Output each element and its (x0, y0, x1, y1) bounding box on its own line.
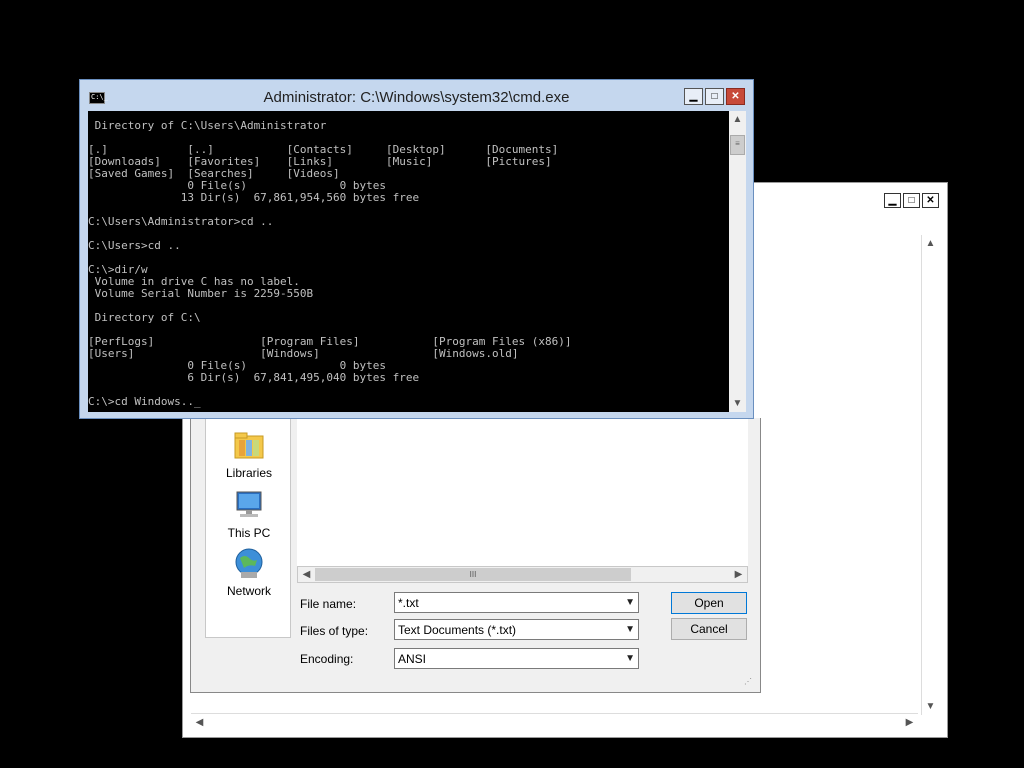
place-network[interactable]: Network (206, 546, 292, 598)
place-label: This PC (227, 526, 271, 540)
scroll-up-icon[interactable]: ▲ (922, 235, 939, 252)
maximize-button[interactable]: □ (705, 88, 724, 105)
open-button[interactable]: Open (671, 592, 747, 614)
cmd-window-title: Administrator: C:\Windows\system32\cmd.e… (263, 89, 570, 106)
scrollbar-thumb[interactable]: ≡ (730, 135, 745, 155)
scrollbar-thumb[interactable]: III (315, 568, 631, 581)
place-libraries[interactable]: Libraries (206, 428, 292, 480)
cancel-button[interactable]: Cancel (671, 618, 747, 640)
maximize-icon: □ (908, 194, 915, 206)
maximize-icon: □ (711, 91, 718, 102)
close-button[interactable]: ✕ (922, 193, 939, 208)
encoding-value: ANSI (398, 652, 427, 666)
place-this-pc[interactable]: This PC (206, 488, 292, 540)
minimize-button[interactable]: ▁ (884, 193, 901, 208)
encoding-select[interactable]: ANSI ▼ (394, 648, 639, 669)
minimize-icon: ▁ (689, 91, 698, 102)
cmd-console[interactable]: Directory of C:\Users\Administrator [.] … (88, 111, 746, 412)
file-type-label: Files of type: (300, 624, 369, 638)
chevron-down-icon[interactable]: ▼ (625, 653, 635, 664)
file-list[interactable] (297, 418, 748, 566)
close-icon: ✕ (926, 194, 935, 206)
notepad-horizontal-scrollbar[interactable]: ◀ ▶ (191, 713, 918, 731)
minimize-button[interactable]: ▁ (684, 88, 703, 105)
place-label: Network (226, 584, 271, 598)
cmd-titlebar[interactable]: C:\_ Administrator: C:\Windows\system32\… (80, 80, 753, 111)
chevron-down-icon[interactable]: ▼ (625, 597, 635, 608)
encoding-label: Encoding: (300, 652, 354, 666)
file-name-combobox[interactable]: *.txt ▼ (394, 592, 639, 613)
file-type-value: Text Documents (*.txt) (398, 623, 517, 637)
file-name-label: File name: (300, 597, 357, 611)
scroll-down-icon[interactable]: ▼ (729, 395, 746, 412)
scroll-up-icon[interactable]: ▲ (729, 111, 746, 128)
network-icon (231, 546, 267, 582)
scroll-left-icon[interactable]: ◀ (191, 714, 208, 731)
cmd-window: C:\_ Administrator: C:\Windows\system32\… (79, 79, 754, 419)
scroll-left-icon[interactable]: ◀ (298, 566, 315, 583)
open-dialog: Libraries This PC Network ◀ III ▶ File n… (190, 418, 761, 693)
close-icon: ✕ (731, 91, 740, 102)
close-button[interactable]: ✕ (726, 88, 745, 105)
console-output: Directory of C:\Users\Administrator [.] … (88, 119, 572, 408)
scroll-right-icon[interactable]: ▶ (901, 714, 918, 731)
file-type-select[interactable]: Text Documents (*.txt) ▼ (394, 619, 639, 640)
chevron-down-icon[interactable]: ▼ (625, 624, 635, 635)
this-pc-icon (231, 488, 267, 524)
file-name-value: *.txt (398, 596, 419, 610)
scroll-right-icon[interactable]: ▶ (730, 566, 747, 583)
cmd-vertical-scrollbar[interactable]: ▲ ≡ ▼ (729, 111, 746, 412)
minimize-icon: ▁ (888, 194, 897, 206)
scroll-down-icon[interactable]: ▼ (922, 698, 939, 715)
scrollbar-grip-icon: III (469, 570, 477, 579)
file-list-horizontal-scrollbar[interactable]: ◀ III ▶ (297, 566, 748, 583)
maximize-button[interactable]: □ (903, 193, 920, 208)
notepad-vertical-scrollbar[interactable]: ▲ ▼ (921, 235, 939, 715)
resize-grip-icon[interactable]: ⋰ (744, 677, 752, 686)
place-label: Libraries (225, 466, 273, 480)
libraries-icon (231, 428, 267, 464)
places-bar: Libraries This PC Network (205, 418, 291, 638)
